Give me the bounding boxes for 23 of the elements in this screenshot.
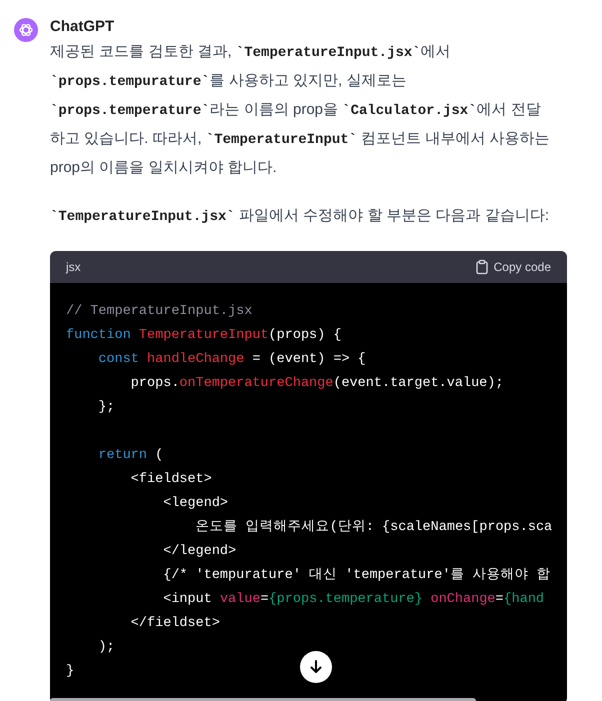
code-line: function TemperatureInput(props) { bbox=[66, 327, 342, 345]
code-language: jsx bbox=[66, 259, 81, 276]
code-line: <fieldset> bbox=[130, 471, 212, 489]
code-line: {/* 'tempurature' 대신 'temperature'를 사용해야 합 bbox=[162, 566, 551, 585]
clipboard-icon bbox=[474, 259, 490, 275]
code-line: props.onTemperatureChange(event.target.value); bbox=[130, 375, 504, 393]
code-line: } bbox=[66, 663, 74, 681]
code-line: return ( bbox=[97, 447, 164, 465]
avatar-icon bbox=[14, 18, 38, 42]
code-line: 온도를 입력해주세요(단위: {scaleNames[props.sca bbox=[194, 518, 552, 537]
code-line: </legend> bbox=[162, 543, 236, 561]
message-paragraph: 제공된 코드를 검토한 결과, `TemperatureInput.jsx`에서 `props.tempurature`를 사용하고 있지만, 실제로는 `props.temperature`라는 이름의 prop을 `Calculator.jsx`에서 전달하고 있습니다. 따라서, `TemperatureInput` 컴포넌트 내부에서 사용하는 prop의 이름을 일치시켜야 합니다. bbox=[50, 42, 551, 178]
code-line: }; bbox=[97, 399, 115, 417]
code-line: ); bbox=[97, 639, 115, 657]
code-line: <legend> bbox=[162, 495, 228, 513]
code-line: <input value={props.temperature} onChange={hand bbox=[162, 591, 544, 609]
code-line: // TemperatureInput.jsx bbox=[66, 303, 252, 321]
message-paragraph: `TemperatureInput.jsx` 파일에서 수정해야 할 부분은 다음과 같습니다: bbox=[50, 206, 550, 227]
code-line: const handleChange = (event) => { bbox=[97, 351, 366, 369]
author-name: ChatGPT bbox=[50, 17, 114, 37]
code-line: </fieldset> bbox=[130, 615, 220, 633]
down-arrow-icon bbox=[308, 659, 324, 675]
copy-code-button[interactable]: Copy code bbox=[474, 258, 551, 276]
